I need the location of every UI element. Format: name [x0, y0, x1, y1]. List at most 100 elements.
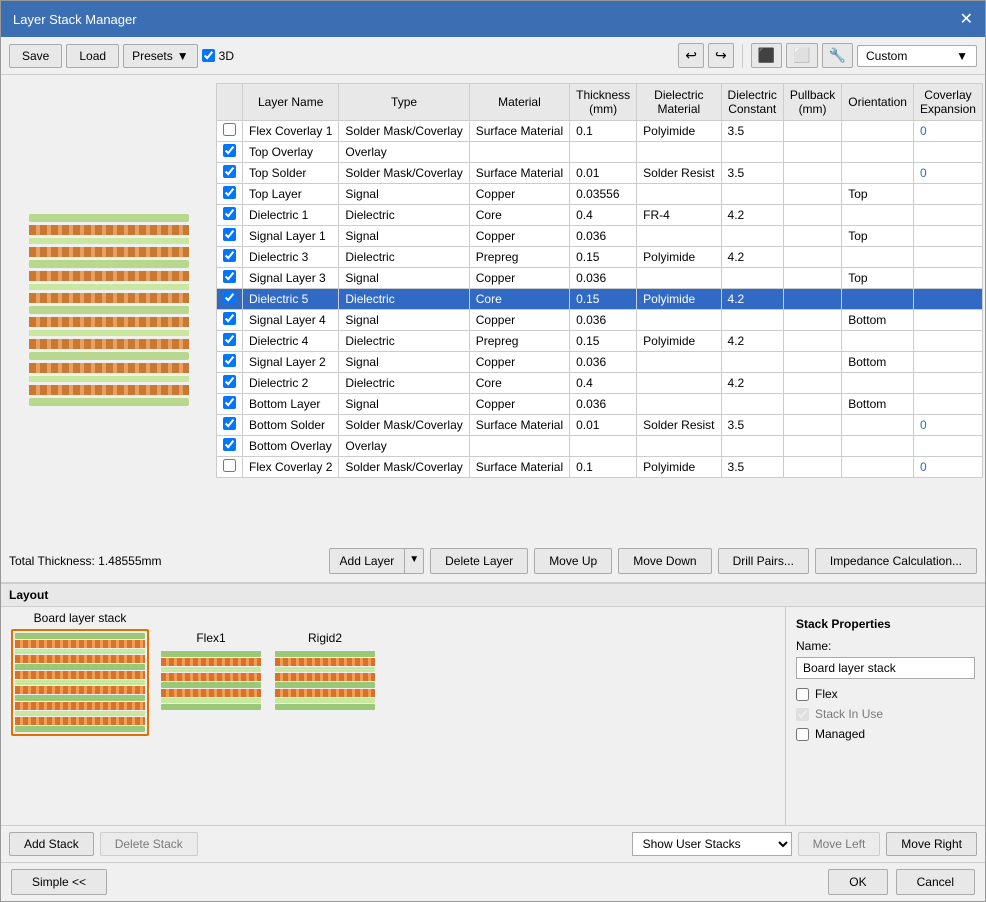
- row-name-cell[interactable]: Signal Layer 2: [243, 352, 339, 373]
- stack-box-flex1[interactable]: [159, 649, 263, 712]
- save-button[interactable]: Save: [9, 44, 62, 68]
- row-check-cell[interactable]: [217, 142, 243, 163]
- add-layer-group[interactable]: Add Layer ▼: [329, 548, 425, 574]
- move-left-button[interactable]: Move Left: [798, 832, 881, 856]
- row-check-cell[interactable]: [217, 163, 243, 184]
- row-name-cell[interactable]: Dielectric 1: [243, 205, 339, 226]
- row-name-cell[interactable]: Dielectric 2: [243, 373, 339, 394]
- stack-box-board[interactable]: [11, 629, 149, 736]
- row-checkbox[interactable]: [223, 144, 236, 157]
- row-checkbox[interactable]: [223, 186, 236, 199]
- name-prop-input[interactable]: [796, 657, 975, 679]
- flex-checkbox[interactable]: [796, 688, 809, 701]
- row-checkbox[interactable]: [223, 249, 236, 262]
- drill-pairs-button[interactable]: Drill Pairs...: [718, 548, 809, 574]
- stack-item-flex1[interactable]: Flex1: [159, 631, 263, 821]
- impedance-button[interactable]: Impedance Calculation...: [815, 548, 977, 574]
- row-name-cell[interactable]: Bottom Solder: [243, 415, 339, 436]
- row-checkbox[interactable]: [223, 459, 236, 472]
- row-check-cell[interactable]: [217, 457, 243, 478]
- move-right-button[interactable]: Move Right: [886, 832, 977, 856]
- delete-stack-button[interactable]: Delete Stack: [100, 832, 198, 856]
- row-checkbox[interactable]: [223, 207, 236, 220]
- row-check-cell[interactable]: [217, 352, 243, 373]
- row-checkbox[interactable]: [223, 438, 236, 451]
- row-check-cell[interactable]: [217, 394, 243, 415]
- row-name-cell[interactable]: Bottom Layer: [243, 394, 339, 415]
- row-checkbox[interactable]: [223, 270, 236, 283]
- row-checkbox[interactable]: [223, 228, 236, 241]
- row-name-cell[interactable]: Signal Layer 1: [243, 226, 339, 247]
- icon-btn-1[interactable]: ⬛: [751, 43, 782, 68]
- stack-item-board[interactable]: Board layer stack: [11, 611, 149, 821]
- load-button[interactable]: Load: [66, 44, 119, 68]
- table-row[interactable]: Dielectric 5 Dielectric Core 0.15 Polyim…: [217, 289, 983, 310]
- table-row[interactable]: Bottom Layer Signal Copper 0.036 Bottom: [217, 394, 983, 415]
- table-row[interactable]: Top Solder Solder Mask/Coverlay Surface …: [217, 163, 983, 184]
- icon-btn-3[interactable]: 🔧: [822, 43, 853, 68]
- ok-button[interactable]: OK: [828, 869, 887, 895]
- row-check-cell[interactable]: [217, 205, 243, 226]
- icon-btn-2[interactable]: ⬜: [786, 43, 817, 68]
- delete-layer-button[interactable]: Delete Layer: [430, 548, 528, 574]
- move-down-button[interactable]: Move Down: [618, 548, 711, 574]
- row-name-cell[interactable]: Signal Layer 3: [243, 268, 339, 289]
- table-row[interactable]: Dielectric 3 Dielectric Prepreg 0.15 Pol…: [217, 247, 983, 268]
- row-name-cell[interactable]: Flex Coverlay 2: [243, 457, 339, 478]
- table-row[interactable]: Top Layer Signal Copper 0.03556 Top: [217, 184, 983, 205]
- row-check-cell[interactable]: [217, 247, 243, 268]
- custom-select[interactable]: Custom ▼: [857, 45, 977, 67]
- presets-dropdown[interactable]: Presets ▼: [123, 44, 198, 68]
- row-checkbox[interactable]: [223, 165, 236, 178]
- add-layer-label[interactable]: Add Layer: [330, 549, 405, 573]
- table-row[interactable]: Signal Layer 1 Signal Copper 0.036 Top: [217, 226, 983, 247]
- row-check-cell[interactable]: [217, 331, 243, 352]
- row-check-cell[interactable]: [217, 415, 243, 436]
- managed-checkbox[interactable]: [796, 728, 809, 741]
- add-layer-arrow[interactable]: ▼: [404, 549, 423, 573]
- stack-box-rigid2[interactable]: [273, 649, 377, 712]
- table-row[interactable]: Bottom Overlay Overlay: [217, 436, 983, 457]
- move-up-button[interactable]: Move Up: [534, 548, 612, 574]
- flex-checkbox-row[interactable]: Flex: [796, 687, 975, 701]
- row-name-cell[interactable]: Top Solder: [243, 163, 339, 184]
- table-row[interactable]: Dielectric 2 Dielectric Core 0.4 4.2: [217, 373, 983, 394]
- row-name-cell[interactable]: Signal Layer 4: [243, 310, 339, 331]
- cancel-button[interactable]: Cancel: [896, 869, 975, 895]
- row-name-cell[interactable]: Flex Coverlay 1: [243, 121, 339, 142]
- row-checkbox[interactable]: [223, 354, 236, 367]
- row-check-cell[interactable]: [217, 289, 243, 310]
- undo-button[interactable]: ↩: [678, 43, 704, 68]
- table-row[interactable]: Flex Coverlay 1 Solder Mask/Coverlay Sur…: [217, 121, 983, 142]
- table-row[interactable]: Dielectric 1 Dielectric Core 0.4 FR-4 4.…: [217, 205, 983, 226]
- stack-item-rigid2[interactable]: Rigid2: [273, 631, 377, 821]
- row-check-cell[interactable]: [217, 436, 243, 457]
- row-name-cell[interactable]: Bottom Overlay: [243, 436, 339, 457]
- row-checkbox[interactable]: [223, 396, 236, 409]
- table-row[interactable]: Top Overlay Overlay: [217, 142, 983, 163]
- row-name-cell[interactable]: Top Layer: [243, 184, 339, 205]
- row-checkbox[interactable]: [223, 333, 236, 346]
- row-check-cell[interactable]: [217, 268, 243, 289]
- row-checkbox[interactable]: [223, 417, 236, 430]
- row-name-cell[interactable]: Dielectric 4: [243, 331, 339, 352]
- show-user-stacks-select[interactable]: Show User Stacks: [632, 832, 792, 856]
- table-row[interactable]: Signal Layer 3 Signal Copper 0.036 Top: [217, 268, 983, 289]
- checkbox-3d-container[interactable]: 3D: [202, 49, 234, 63]
- row-name-cell[interactable]: Dielectric 5: [243, 289, 339, 310]
- row-name-cell[interactable]: Top Overlay: [243, 142, 339, 163]
- row-check-cell[interactable]: [217, 184, 243, 205]
- table-row[interactable]: Signal Layer 4 Signal Copper 0.036 Botto…: [217, 310, 983, 331]
- table-row[interactable]: Signal Layer 2 Signal Copper 0.036 Botto…: [217, 352, 983, 373]
- row-checkbox[interactable]: [223, 375, 236, 388]
- add-stack-button[interactable]: Add Stack: [9, 832, 94, 856]
- table-row[interactable]: Bottom Solder Solder Mask/Coverlay Surfa…: [217, 415, 983, 436]
- row-check-cell[interactable]: [217, 310, 243, 331]
- row-check-cell[interactable]: [217, 121, 243, 142]
- table-row[interactable]: Dielectric 4 Dielectric Prepreg 0.15 Pol…: [217, 331, 983, 352]
- row-checkbox[interactable]: [223, 312, 236, 325]
- table-row[interactable]: Flex Coverlay 2 Solder Mask/Coverlay Sur…: [217, 457, 983, 478]
- row-check-cell[interactable]: [217, 373, 243, 394]
- simple-button[interactable]: Simple <<: [11, 869, 107, 895]
- redo-button[interactable]: ↪: [708, 43, 734, 68]
